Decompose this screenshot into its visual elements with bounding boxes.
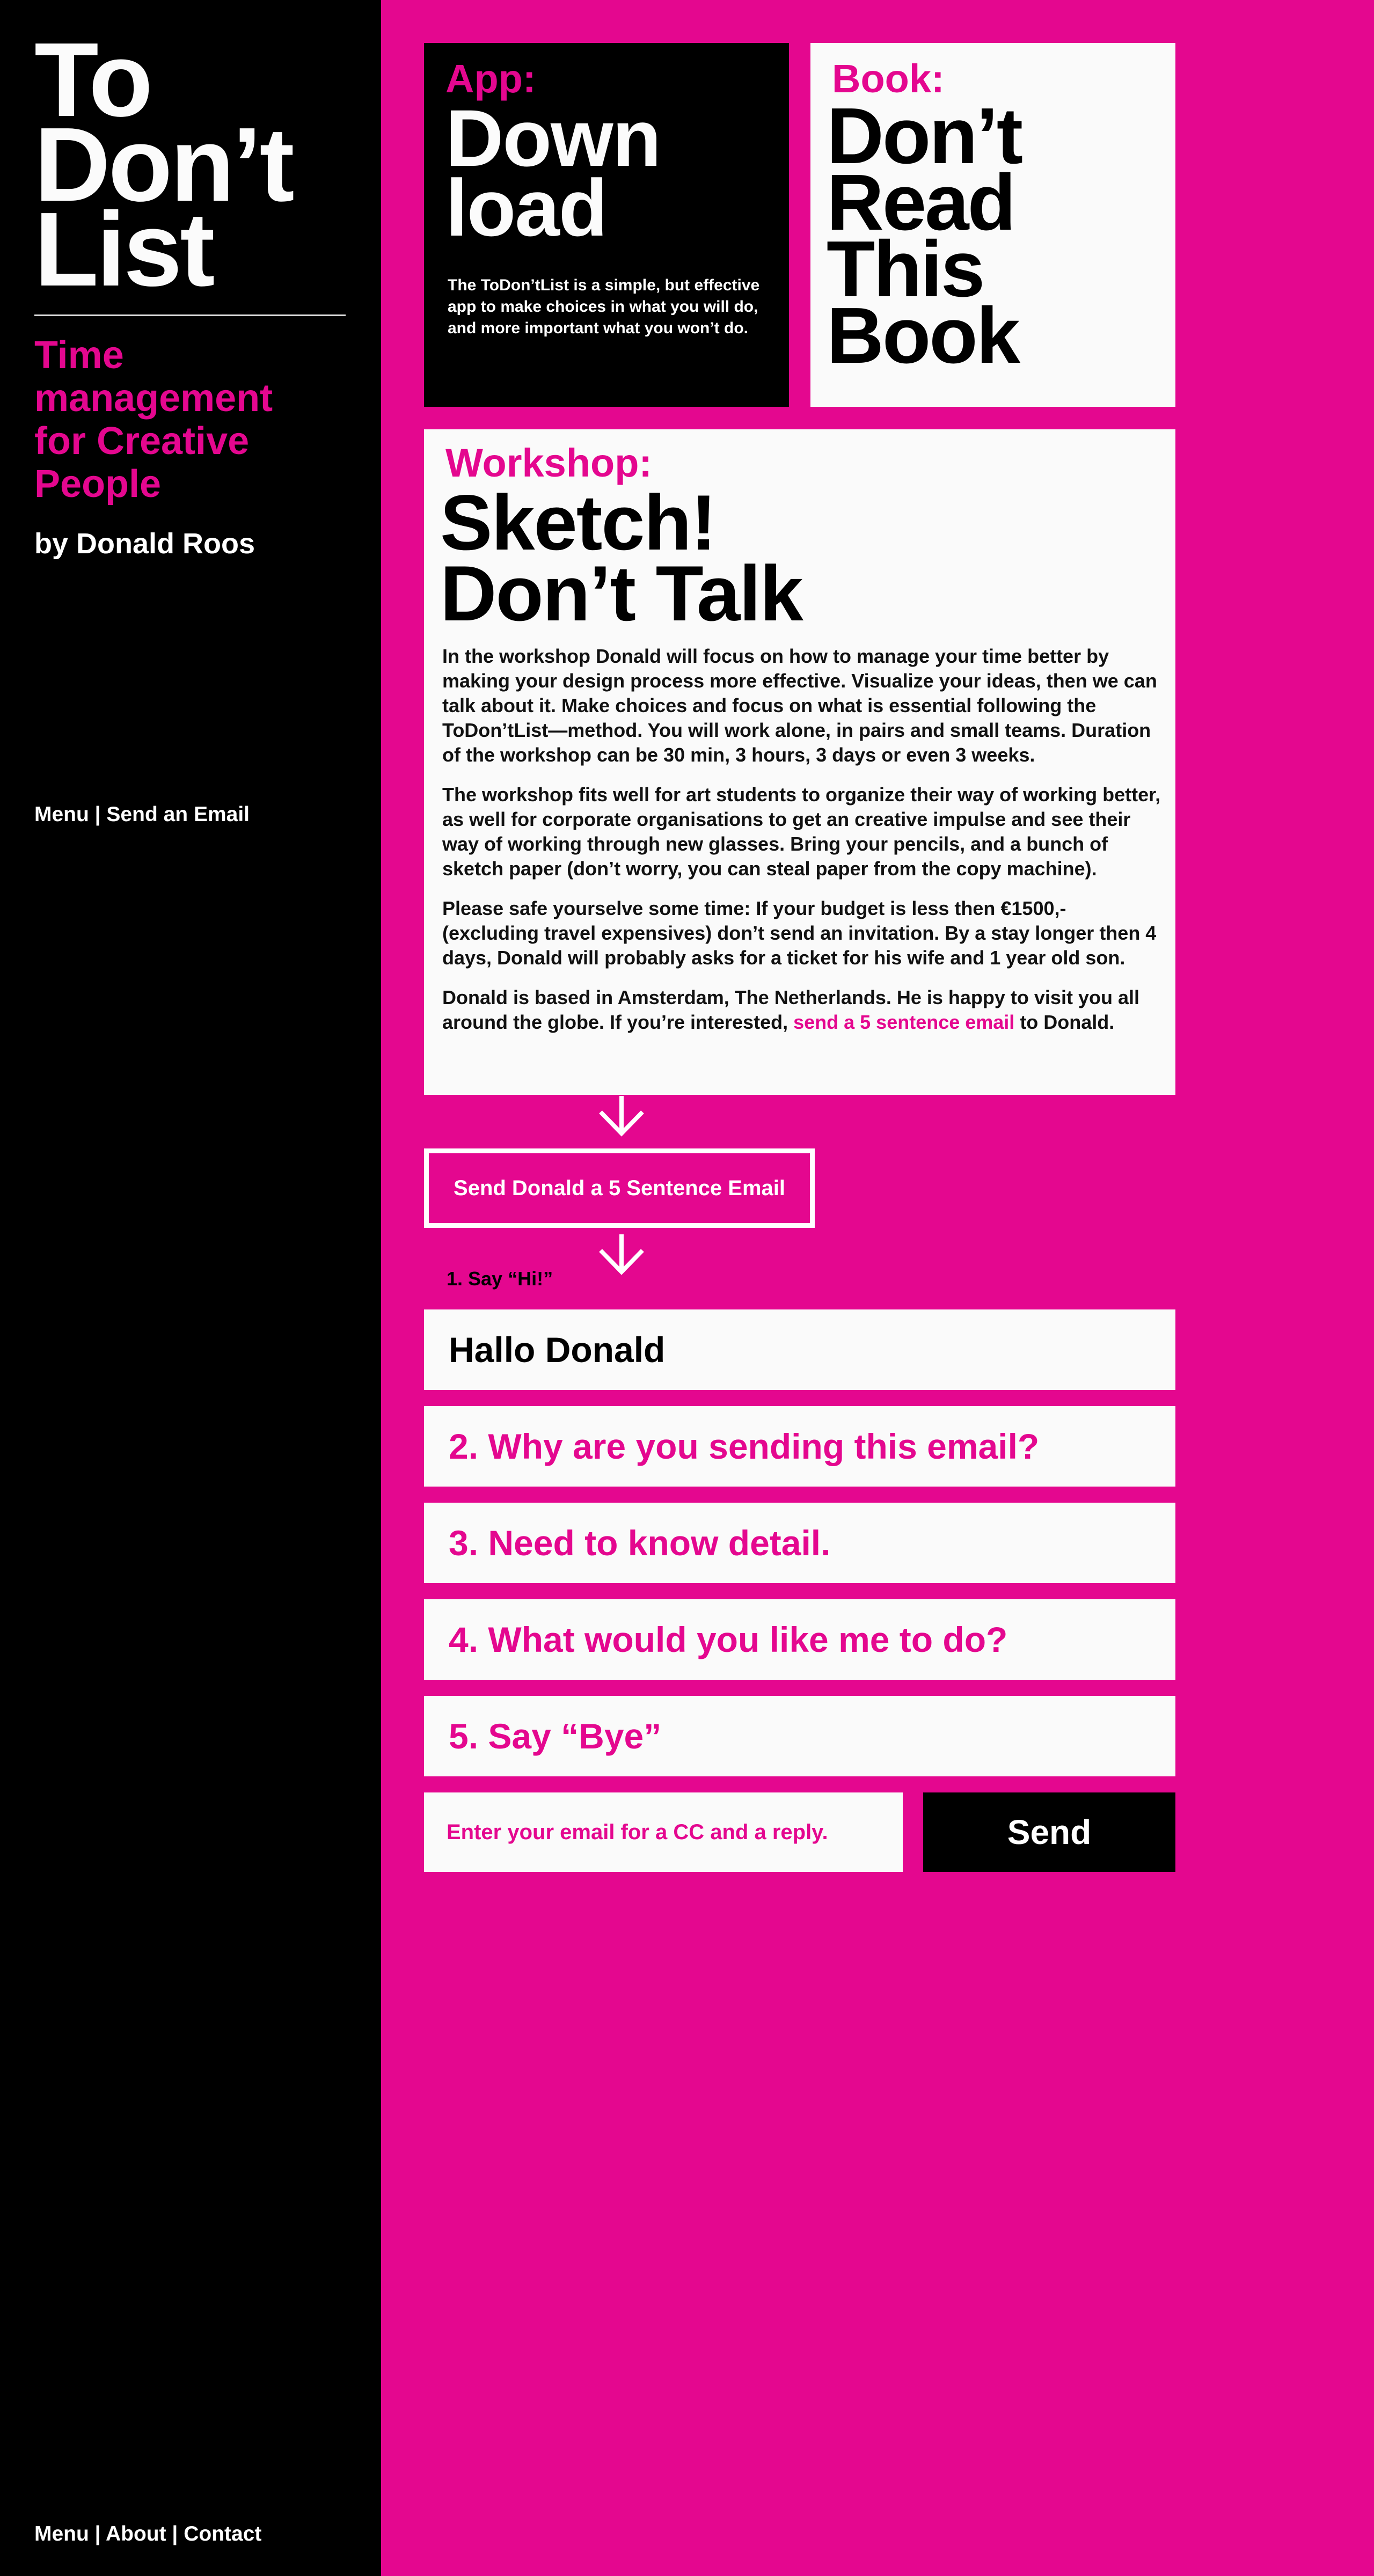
arrow-down-icon: [599, 1096, 644, 1137]
arrow-down-icon: [599, 1234, 644, 1275]
book-card[interactable]: Book: Don’t Read This Book: [810, 43, 1175, 407]
workshop-paragraph: Donald is based in Amsterdam, The Nether…: [442, 985, 1161, 1035]
say-hi-field[interactable]: [424, 1309, 1175, 1390]
app-download-heading[interactable]: Down load: [445, 98, 661, 253]
send-button[interactable]: Send: [923, 1792, 1175, 1872]
why-sending-field[interactable]: [424, 1406, 1175, 1487]
footer-menu-link[interactable]: Menu: [34, 2522, 89, 2545]
send-email-cta-button[interactable]: Send Donald a 5 Sentence Email: [424, 1148, 815, 1228]
send-email-inline-link[interactable]: send a 5 sentence email: [793, 1011, 1014, 1033]
say-bye-field[interactable]: [424, 1696, 1175, 1776]
email-field[interactable]: [424, 1792, 903, 1872]
app-card[interactable]: App: Down load The ToDon’tList is a simp…: [424, 43, 789, 407]
heading-line: load: [445, 163, 608, 253]
nav-send-email-link[interactable]: Send an Email: [106, 803, 250, 826]
footer-contact-link[interactable]: Contact: [184, 2522, 261, 2545]
site-title[interactable]: To Don’t List: [34, 27, 295, 302]
workshop-body: In the workshop Donald will focus on how…: [442, 644, 1161, 1050]
sidebar: To Don’t List Time management for Creati…: [0, 0, 381, 2576]
top-nav: Menu | Send an Email: [34, 803, 250, 826]
nav-menu-link[interactable]: Menu: [34, 803, 89, 826]
step1-label: 1. Say “Hi!”: [447, 1268, 553, 1290]
heading-line: Book: [827, 291, 1020, 380]
book-title: Don’t Read This Book: [827, 97, 1023, 380]
paragraph-text: to Donald.: [1014, 1011, 1115, 1033]
footer-about-link[interactable]: About: [106, 2522, 166, 2545]
workshop-card: Workshop: Sketch! Don’t Talk In the work…: [424, 429, 1175, 1095]
nav-separator: |: [89, 803, 107, 826]
bottom-nav: Menu | About | Contact: [34, 2522, 261, 2546]
workshop-paragraph: Please safe yourselve some time: If your…: [442, 897, 1157, 969]
workshop-paragraph: In the workshop Donald will focus on how…: [442, 645, 1157, 766]
workshop-paragraph: The workshop fits well for art students …: [442, 784, 1161, 880]
nav-separator: |: [166, 2522, 184, 2545]
title-divider: [34, 314, 346, 316]
heading-line: Don’t Talk: [440, 550, 803, 637]
detail-field[interactable]: [424, 1503, 1175, 1583]
tagline: Time management for Creative People: [34, 334, 273, 506]
workshop-title: Sketch! Don’t Talk: [440, 479, 803, 637]
author-byline: by Donald Roos: [34, 528, 255, 560]
nav-separator: |: [89, 2522, 106, 2545]
app-description: The ToDon’tList is a simple, but effecti…: [448, 276, 760, 337]
what-to-do-field[interactable]: [424, 1599, 1175, 1680]
heading-line: Sketch!: [440, 479, 717, 566]
